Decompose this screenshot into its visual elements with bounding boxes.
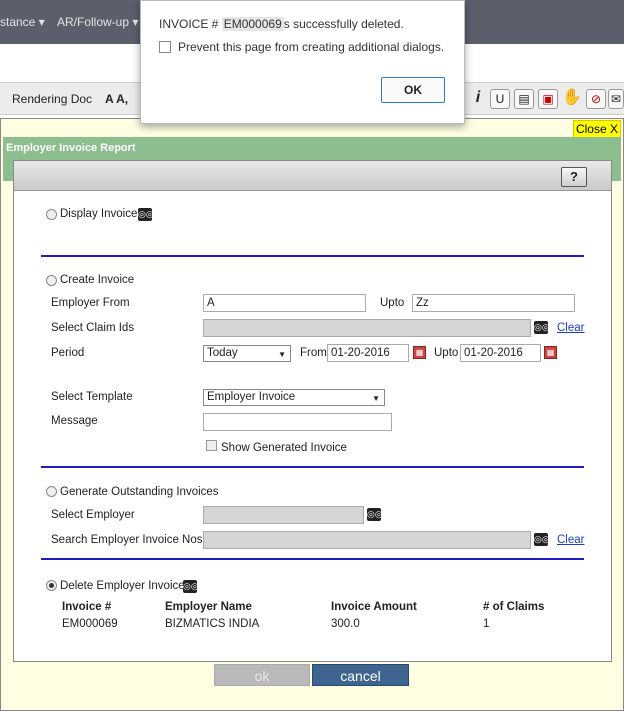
employer-invoice-modal: Close X Employer Invoice Report ? Displa…: [0, 118, 624, 711]
delete-invoice-radio[interactable]: [46, 580, 57, 591]
period-select[interactable]: Today: [203, 345, 291, 362]
select-employer-label: Select Employer: [51, 509, 135, 521]
delete-binoculars-icon[interactable]: ◎◎: [183, 580, 199, 593]
select-claim-ids-label: Select Claim Ids: [51, 322, 135, 334]
upto-date-label: Upto: [434, 347, 459, 359]
select-employer-field[interactable]: [203, 506, 364, 524]
italic-icon[interactable]: i: [468, 89, 488, 109]
row-invoice-number[interactable]: EM000069: [62, 618, 118, 630]
from-calendar-icon[interactable]: ▦: [413, 346, 426, 359]
alert-dialog: INVOICE # EM000069 s successfully deleted…: [140, 0, 465, 124]
divider: [41, 255, 584, 257]
row-employer-name: BIZMATICS INDIA: [165, 618, 260, 630]
close-button[interactable]: Close X: [572, 120, 621, 138]
employer-from-input[interactable]: A: [203, 294, 366, 312]
upto-input[interactable]: Zz: [412, 294, 575, 312]
upto-calendar-icon[interactable]: ▦: [544, 346, 557, 359]
ok-button[interactable]: ok: [214, 664, 310, 686]
search-invoice-nos-label: Search Employer Invoice Nos: [51, 534, 203, 546]
message-label: Message: [51, 415, 98, 427]
delete-invoice-label: Delete Employer Invoice: [60, 580, 185, 592]
binoculars-icon[interactable]: ◎◎: [138, 208, 154, 221]
nav-item-assistance[interactable]: stance ▾: [0, 15, 45, 29]
display-invoice-label: Display Invoice: [60, 208, 138, 220]
col-invoice-amount: Invoice Amount: [331, 601, 417, 613]
row-number-of-claims: 1: [483, 618, 490, 630]
row-invoice-amount: 300.0: [331, 618, 360, 630]
dialog-prefix: INVOICE #: [159, 17, 219, 31]
claim-ids-field[interactable]: [203, 319, 531, 337]
underline-icon[interactable]: U: [490, 89, 510, 109]
report-panel: ? Display Invoice ◎◎ Create Invoice Empl…: [13, 160, 612, 662]
modal-title: Employer Invoice Report: [6, 142, 136, 154]
upto-date-input[interactable]: 01-20-2016: [460, 344, 541, 362]
pdf-icon[interactable]: ▣: [538, 89, 558, 109]
generate-outstanding-label: Generate Outstanding Invoices: [60, 486, 219, 498]
generate-outstanding-radio[interactable]: [46, 486, 57, 497]
nav-item-ar-followup[interactable]: AR/Follow-up ▾: [57, 15, 138, 29]
employer-from-label: Employer From: [51, 297, 130, 309]
divider: [41, 466, 584, 468]
hand-icon[interactable]: ✋: [562, 89, 582, 109]
show-generated-checkbox[interactable]: [206, 440, 217, 451]
claim-search-binoculars-icon[interactable]: ◎◎: [534, 321, 550, 334]
panel-header: ?: [14, 161, 611, 191]
cancel-button[interactable]: cancel: [312, 664, 409, 686]
create-invoice-radio[interactable]: [46, 275, 57, 286]
dialog-suffix: s successfully deleted.: [283, 17, 404, 31]
show-generated-label: Show Generated Invoice: [221, 442, 347, 454]
select-template-label: Select Template: [51, 391, 133, 403]
document-icon[interactable]: ▤: [514, 89, 534, 109]
divider: [41, 558, 584, 560]
rendering-doc-label: Rendering Doc: [12, 92, 93, 106]
template-select[interactable]: Employer Invoice: [203, 389, 385, 406]
search-invoice-nos-field[interactable]: [203, 531, 531, 549]
message-input[interactable]: [203, 413, 392, 431]
col-invoice-number: Invoice #: [62, 601, 112, 613]
invoice-binoculars-icon[interactable]: ◎◎: [534, 533, 550, 546]
employer-binoculars-icon[interactable]: ◎◎: [367, 508, 383, 521]
create-invoice-label: Create Invoice: [60, 274, 135, 286]
display-invoice-radio[interactable]: [46, 209, 57, 220]
from-label: From: [300, 347, 327, 359]
dialog-ok-button[interactable]: OK: [381, 77, 445, 103]
clear-invoice-nos-link[interactable]: Clear: [557, 534, 584, 546]
dialog-invoice-number: EM000069: [221, 17, 284, 31]
prevent-dialogs-label: Prevent this page from creating addition…: [178, 40, 445, 54]
help-button[interactable]: ?: [561, 167, 587, 187]
rendering-doc-value: A A,: [105, 92, 129, 106]
from-date-input[interactable]: 01-20-2016: [327, 344, 409, 362]
dialog-message: INVOICE # EM000069 s successfully deleted…: [159, 17, 404, 31]
col-employer-name: Employer Name: [165, 601, 252, 613]
block-icon[interactable]: ⊘: [586, 89, 606, 109]
period-label: Period: [51, 347, 85, 359]
clear-claim-ids-link[interactable]: Clear: [557, 322, 584, 334]
col-number-of-claims: # of Claims: [483, 601, 545, 613]
prevent-dialogs-checkbox[interactable]: [159, 41, 171, 53]
upto-label: Upto: [380, 297, 405, 309]
mail-icon[interactable]: ✉: [608, 89, 624, 109]
